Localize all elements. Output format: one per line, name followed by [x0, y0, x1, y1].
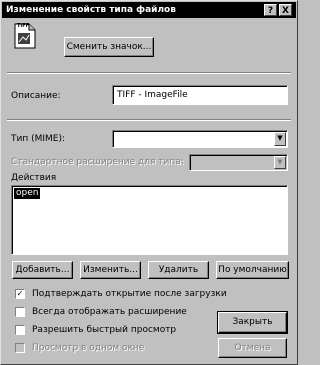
- tiff-file-icon: TIFF: [13, 23, 37, 49]
- add-action-button[interactable]: Добавить...: [12, 261, 73, 279]
- description-value: TIFF - ImageFile: [117, 90, 188, 100]
- chevron-down-icon: ▼: [274, 156, 286, 169]
- quick-view-checkbox[interactable]: [15, 325, 25, 335]
- same-window-checkbox: [15, 343, 25, 353]
- cancel-button: Отмена: [218, 338, 287, 358]
- default-extension-combobox: ▼: [189, 154, 288, 171]
- remove-action-button[interactable]: Удалить: [148, 261, 209, 279]
- icon-caption: TIFF: [17, 23, 30, 29]
- change-icon-button[interactable]: Сменить значок...: [64, 37, 154, 57]
- chevron-down-icon[interactable]: ▼: [274, 132, 286, 146]
- mime-combobox[interactable]: ▼: [112, 130, 288, 148]
- file-type-dialog: Изменение свойств типа файлов ? X TIFF С…: [0, 0, 298, 365]
- edit-action-button[interactable]: Изменить...: [80, 261, 141, 279]
- list-item[interactable]: open: [14, 188, 41, 199]
- always-show-extension-label[interactable]: Всегда отображать расширение: [32, 307, 187, 317]
- quick-view-label[interactable]: Разрешить быстрый просмотр: [32, 325, 176, 335]
- set-default-button[interactable]: По умолчанию: [216, 261, 289, 279]
- separator: [7, 72, 291, 74]
- mime-label: Тип (MIME):: [11, 134, 66, 144]
- description-field[interactable]: TIFF - ImageFile: [112, 85, 288, 105]
- same-window-label: Просмотр в одном окне: [32, 343, 145, 353]
- window-title: Изменение свойств типа файлов: [6, 5, 176, 15]
- actions-list[interactable]: open: [11, 185, 288, 255]
- always-show-extension-checkbox[interactable]: [15, 307, 25, 317]
- actions-label: Действия: [11, 173, 57, 183]
- help-button[interactable]: ?: [264, 4, 277, 16]
- separator: [7, 119, 291, 121]
- title-bar[interactable]: Изменение свойств типа файлов ? X: [2, 2, 296, 18]
- default-extension-label: Стандартное расширение для типа:: [11, 157, 184, 167]
- close-window-button[interactable]: X: [279, 4, 292, 16]
- confirm-open-label[interactable]: Подтверждать открытие после загрузки: [32, 289, 227, 299]
- close-button[interactable]: Закрыть: [217, 311, 288, 334]
- confirm-open-checkbox[interactable]: ✓: [15, 289, 25, 299]
- description-label: Описание:: [11, 91, 61, 101]
